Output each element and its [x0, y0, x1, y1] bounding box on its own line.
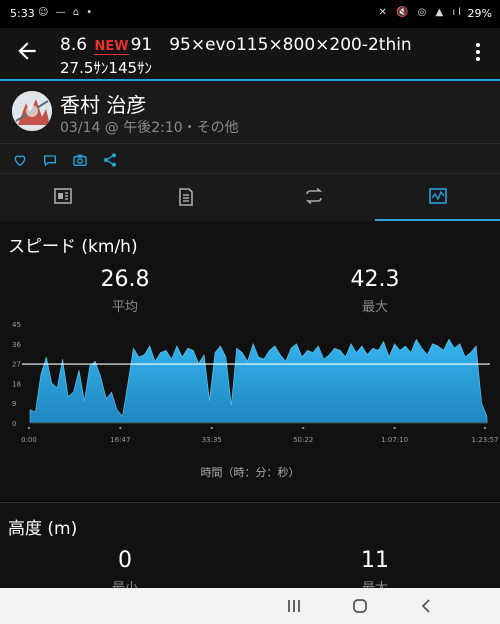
activity-title-part1: 8.6 [60, 35, 88, 55]
x-tick-mark [302, 427, 305, 429]
speed-chart-xlabel: 時間（時：分：秒） [200, 466, 300, 479]
details-tab-icon [179, 188, 193, 206]
notification-icons: ☺ — ⌂ • [38, 7, 95, 18]
x-tick-mark [210, 427, 213, 429]
y-tick-label: 18 [12, 380, 21, 388]
activity-subtitle: 27.5ｻﾝ145ｻﾝ [60, 59, 153, 77]
tab-details[interactable] [125, 174, 250, 222]
app-bar: 8.6 NEW 91 95×evo115×800×200-2thin 27.5ｻﾝ… [0, 28, 500, 80]
x-tick-mark [119, 427, 122, 429]
avatar[interactable] [12, 91, 52, 131]
altitude-max-label: 最大 [315, 577, 435, 588]
activity-title-part2: 91 95×evo115×800×200-2thin [130, 35, 412, 55]
activity-title: 8.6 NEW 91 95×evo115×800×200-2thin [60, 30, 412, 55]
status-time: 5:33 [10, 7, 35, 20]
back-nav-icon[interactable] [417, 597, 437, 615]
activity-tabs [0, 173, 500, 222]
x-tick-label: 0:00 [21, 436, 37, 444]
speed-card: スピード (km/h) 26.8 平均 42.3 最大 0 9 18 27 36 45 0… [0, 221, 500, 501]
charts-tab-icon [429, 188, 447, 204]
speed-area-path [29, 338, 488, 424]
speed-chart[interactable]: 0 9 18 27 36 45 0:00 16:47 33:35 50:22 1:07:10 1:2… [0, 317, 500, 452]
camera-icon[interactable] [72, 152, 88, 168]
battery-level: 29% [467, 7, 492, 20]
speed-area [29, 338, 488, 424]
x-tick-label: 16:47 [110, 436, 130, 444]
x-tick-label: 1:07:10 [381, 436, 408, 444]
altitude-min-label: 最小 [65, 577, 185, 588]
system-nav-bar [0, 588, 500, 624]
y-tick-label: 0 [12, 420, 16, 428]
speed-avg-value: 26.8 [100, 267, 150, 292]
y-tick-label: 9 [12, 400, 16, 408]
x-tick-label: 33:35 [202, 436, 222, 444]
altitude-max-value: 11 [361, 548, 389, 573]
recent-apps-icon[interactable] [284, 597, 304, 615]
more-options-icon[interactable] [474, 40, 482, 64]
x-tick-mark [393, 427, 396, 429]
share-icon[interactable] [102, 152, 118, 168]
new-badge: NEW [94, 39, 129, 55]
author-header: 香村 治彦 03/14 @ 午後2:10・その他 [0, 81, 500, 143]
speed-title: スピード (km/h) [8, 237, 138, 257]
system-icons: ✕ 🔇 ◎ ▲ ıl [378, 7, 464, 18]
tab-laps[interactable] [250, 174, 375, 222]
y-tick-label: 45 [12, 321, 21, 329]
author-name[interactable]: 香村 治彦 [60, 89, 146, 118]
speed-chart-svg: 0 9 18 27 36 45 0:00 16:47 33:35 50:22 1:07:10 1:2… [12, 321, 499, 444]
x-tick-label: 50:22 [293, 436, 313, 444]
altitude-title: 高度 (m) [8, 519, 78, 539]
like-icon[interactable] [12, 152, 28, 168]
y-tick-label: 36 [12, 341, 21, 349]
tab-summary[interactable] [0, 174, 125, 222]
action-bar [0, 143, 500, 173]
altitude-card: 高度 (m) 0 最小 11 最大 [0, 503, 500, 588]
back-arrow-icon[interactable] [14, 38, 40, 64]
comment-icon[interactable] [42, 152, 58, 168]
activity-date: 03/14 @ 午後2:10・その他 [60, 120, 239, 136]
speed-max-value: 42.3 [350, 267, 400, 292]
altitude-min-value: 0 [118, 548, 132, 573]
speed-avg-label: 平均 [111, 300, 138, 315]
y-axis: 0 9 18 27 36 45 [12, 321, 21, 428]
y-tick-label: 27 [12, 361, 21, 369]
tab-charts[interactable] [375, 174, 500, 222]
status-bar: 5:33 ☺ — ⌂ • ✕ 🔇 ◎ ▲ ıl 29% [0, 0, 500, 28]
x-tick-mark [28, 427, 30, 429]
summary-tab-icon [54, 188, 72, 204]
x-tick-label: 1:23:57 [472, 436, 499, 444]
x-tick-mark [484, 427, 486, 429]
x-axis: 0:00 16:47 33:35 50:22 1:07:10 1:23:57 [21, 427, 499, 444]
home-icon[interactable] [350, 597, 370, 615]
speed-max-label: 最大 [361, 300, 388, 315]
laps-tab-icon [305, 188, 323, 204]
